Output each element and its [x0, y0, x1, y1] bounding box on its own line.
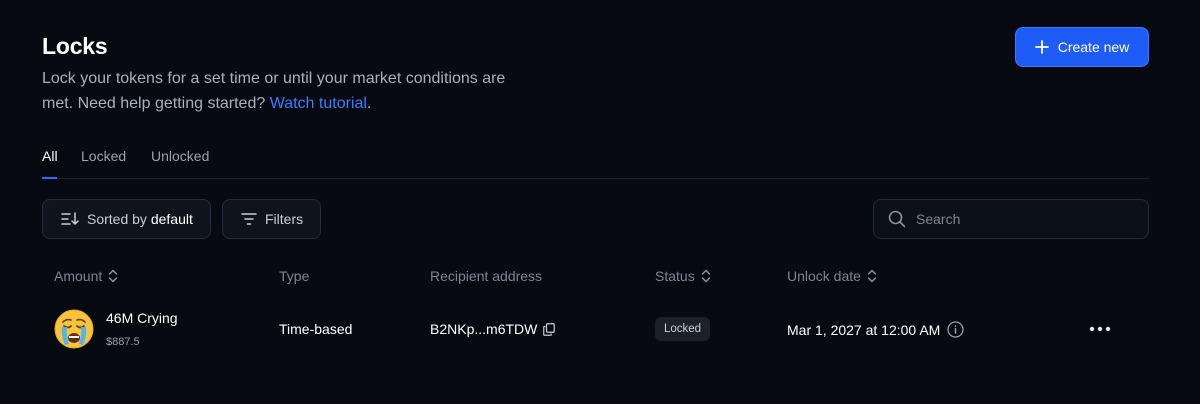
info-icon[interactable]: [947, 321, 964, 338]
unlock-date-text: Mar 1, 2027 at 12:00 AM: [787, 321, 941, 338]
column-header-type: Type: [279, 268, 309, 284]
column-label-type: Type: [279, 268, 310, 284]
more-horizontal-icon: [1089, 326, 1111, 332]
sort-arrows-icon: [701, 269, 711, 283]
unlock-date: Mar 1, 2027 at 12:00 AM: [787, 321, 964, 338]
search-box: [873, 199, 1149, 239]
plus-icon: [1034, 40, 1049, 54]
crying-emoji-token-icon: [54, 309, 94, 349]
watch-tutorial-link[interactable]: Watch tutorial: [270, 95, 367, 112]
filters-label: Filters: [265, 211, 304, 227]
sort-arrows-icon: [867, 269, 877, 283]
tab-unlocked[interactable]: Unlocked: [151, 148, 209, 164]
tab-locked[interactable]: Locked: [81, 148, 126, 164]
search-icon: [888, 210, 906, 228]
filter-icon: [241, 212, 257, 226]
column-label-recipient: Recipient address: [430, 268, 543, 284]
sort-prefix: Sorted by: [87, 211, 147, 227]
lock-type: Time-based: [279, 321, 353, 337]
column-header-status[interactable]: Status: [655, 268, 711, 284]
sort-label: Sorted by default: [87, 211, 193, 227]
token-name: 46M Crying: [106, 310, 178, 326]
sort-arrows-icon: [108, 269, 118, 283]
recipient-address: B2NKp...m6TDW: [430, 321, 556, 337]
token-value: $887.5: [106, 336, 140, 348]
tab-all[interactable]: All: [42, 148, 58, 164]
column-label-amount: Amount: [54, 268, 103, 284]
status-badge: Locked: [655, 317, 711, 341]
create-new-label: Create new: [1057, 39, 1130, 55]
column-header-recipient: Recipient address: [430, 268, 542, 284]
active-tab-indicator: [42, 177, 57, 179]
sort-icon: [61, 211, 79, 227]
search-input[interactable]: [916, 211, 1136, 227]
sort-value: default: [150, 211, 193, 227]
page-description: Lock your tokens for a set time or until…: [42, 70, 506, 112]
sort-button[interactable]: Sorted by default: [42, 199, 211, 239]
column-header-unlock-date[interactable]: Unlock date: [787, 268, 877, 284]
column-header-amount[interactable]: Amount: [54, 268, 118, 284]
page-title: Locks: [42, 33, 108, 59]
more-options-button[interactable]: [1086, 318, 1114, 340]
column-label-status: Status: [655, 268, 695, 284]
copy-icon[interactable]: [543, 322, 556, 336]
create-new-button[interactable]: Create new: [1015, 27, 1149, 67]
recipient-address-text: B2NKp...m6TDW: [430, 321, 538, 337]
column-label-unlock-date: Unlock date: [787, 268, 861, 284]
tab-bar: All Locked Unlocked: [42, 146, 1149, 179]
filters-button[interactable]: Filters: [222, 199, 321, 239]
